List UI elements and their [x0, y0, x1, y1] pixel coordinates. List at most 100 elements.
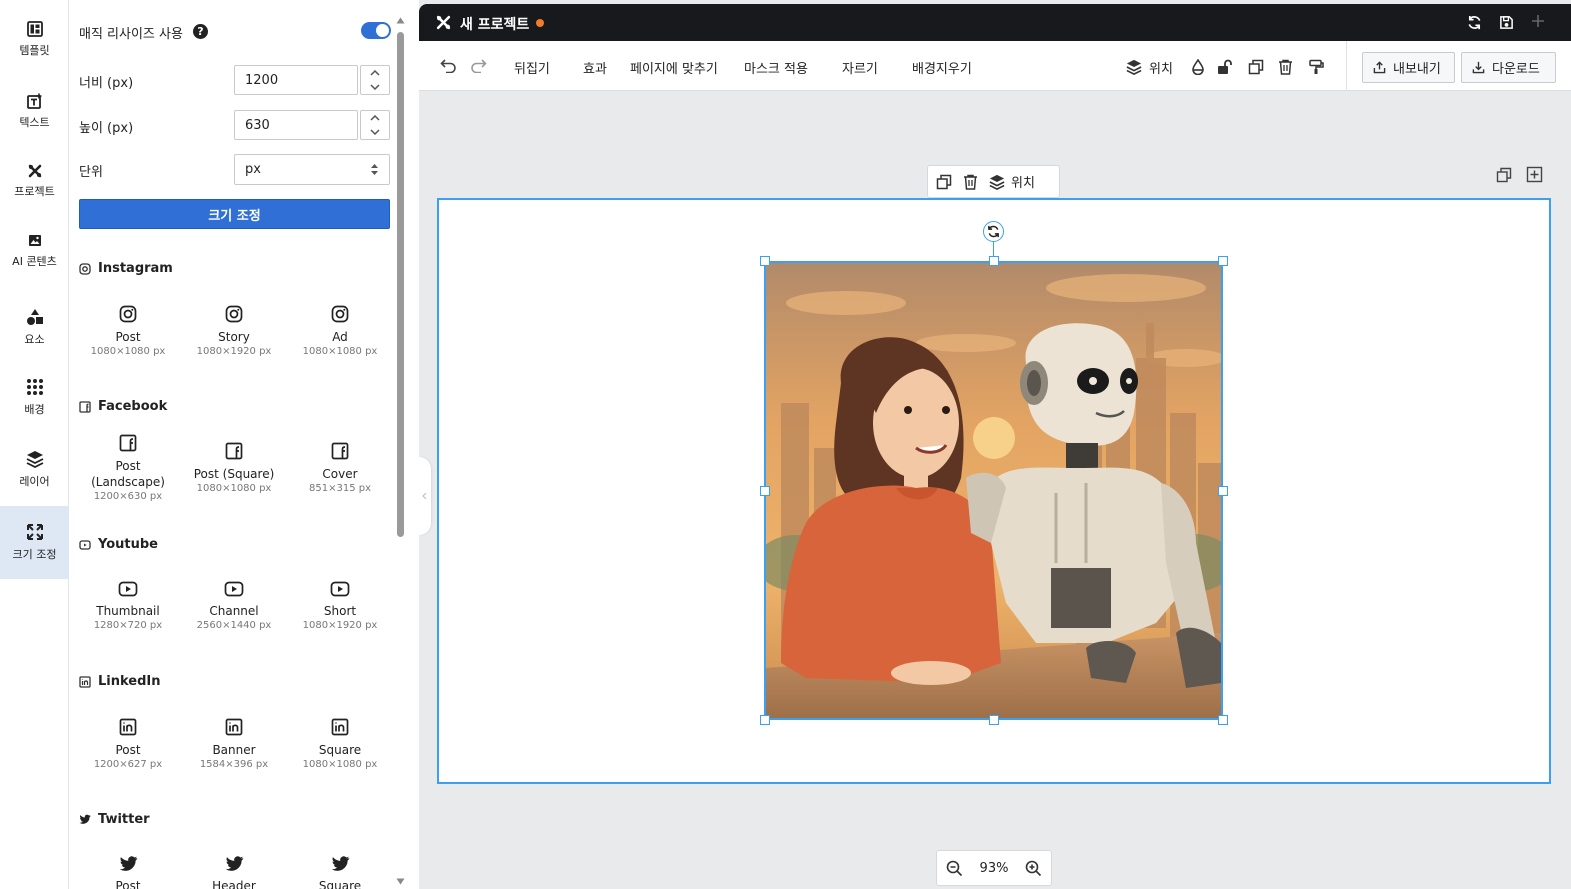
width-input[interactable] [234, 65, 358, 95]
help-icon[interactable]: ? [193, 24, 208, 39]
preset-name: Post (Landscape) [91, 459, 165, 489]
opacity-icon[interactable] [1191, 59, 1205, 75]
zoom-control: 93% [936, 850, 1052, 886]
resize-handle-se[interactable] [1218, 715, 1228, 725]
layers-icon [989, 174, 1005, 190]
add-page-icon[interactable] [1526, 166, 1543, 183]
save-icon[interactable] [1499, 15, 1514, 30]
fit-to-page-button[interactable]: 페이지에 맞추기 [630, 58, 718, 77]
rail-item-ai-content[interactable]: AI 콘텐츠 [0, 216, 69, 286]
preset-size: 1200×630 px [93, 491, 163, 502]
left-rail: 템플릿 텍스트 프로젝트 AI 콘텐츠 요소 배경 레이어 크기 조정 [0, 0, 69, 889]
duplicate-icon[interactable] [936, 174, 952, 190]
layers-icon[interactable] [1126, 59, 1142, 75]
height-input[interactable] [234, 110, 358, 140]
position-button[interactable]: 위치 [1149, 58, 1173, 77]
format-paint-icon[interactable] [1308, 59, 1324, 75]
unit-select[interactable]: px [234, 154, 390, 185]
remove-background-button[interactable]: 배경지우기 [912, 58, 972, 77]
chevron-up-icon[interactable] [361, 66, 389, 80]
trash-icon[interactable] [1278, 59, 1293, 75]
panel-scrollbar[interactable] [397, 32, 404, 537]
project-title[interactable]: 새 프로젝트 [460, 14, 529, 34]
redo-icon[interactable] [470, 58, 487, 73]
unlock-icon[interactable] [1217, 59, 1232, 75]
position-menu[interactable]: 위치 [989, 172, 1035, 191]
duplicate-icon[interactable] [1248, 59, 1264, 75]
preset-linkedin-post[interactable]: Post 1200×627 px [75, 718, 181, 771]
sort-arrows-icon [370, 163, 379, 176]
preset-name: Square [318, 879, 362, 889]
rail-item-text[interactable]: 텍스트 [0, 76, 69, 146]
title-bar: 새 프로젝트 [419, 4, 1571, 41]
crop-button[interactable]: 자르기 [842, 58, 878, 77]
section-twitter: Twitter [79, 812, 150, 827]
resize-handle-nw[interactable] [760, 256, 770, 266]
preset-instagram-ad[interactable]: Ad 1080×1080 px [287, 305, 393, 358]
resize-handle-s[interactable] [989, 715, 999, 725]
export-button[interactable]: 내보내기 [1362, 52, 1455, 83]
zoom-in-icon[interactable] [1025, 860, 1042, 877]
chevron-up-icon[interactable] [361, 111, 389, 125]
rail-item-resize[interactable]: 크기 조정 [0, 506, 69, 579]
flip-button[interactable]: 뒤집기 [514, 58, 550, 77]
effects-button[interactable]: 효과 [583, 58, 607, 77]
preset-twitter-header[interactable]: Header [181, 856, 287, 889]
preset-size: 1080×1080 px [302, 346, 378, 357]
resize-handle-ne[interactable] [1218, 256, 1228, 266]
preset-linkedin-square[interactable]: Square 1080×1080 px [287, 718, 393, 771]
undo-icon[interactable] [440, 58, 457, 73]
width-stepper[interactable] [360, 65, 390, 95]
rail-item-elements[interactable]: 요소 [0, 292, 69, 362]
zoom-out-icon[interactable] [946, 860, 963, 877]
duplicate-page-icon[interactable] [1496, 167, 1512, 183]
chevron-down-icon[interactable] [361, 80, 389, 94]
rotate-handle-icon[interactable] [983, 221, 1004, 242]
download-label: 다운로드 [1492, 62, 1540, 77]
preset-facebook-post-square[interactable]: Post (Square) 1080×1080 px [181, 442, 287, 495]
resize-handle-n[interactable] [989, 256, 999, 266]
preset-size: 2560×1440 px [196, 620, 272, 631]
preset-linkedin-banner[interactable]: Banner 1584×396 px [181, 718, 287, 771]
preset-facebook-cover[interactable]: Cover 851×315 px [287, 442, 393, 495]
download-button[interactable]: 다운로드 [1461, 52, 1556, 83]
section-linkedin: LinkedIn [79, 674, 161, 689]
preset-size: 1080×1080 px [302, 759, 378, 770]
panel-collapse-handle[interactable] [419, 457, 431, 535]
apply-mask-button[interactable]: 마스크 적용 [744, 58, 808, 77]
resize-handle-e[interactable] [1218, 486, 1228, 496]
rail-item-layers[interactable]: 레이어 [0, 434, 69, 504]
preset-name: Square [318, 743, 362, 757]
trash-icon[interactable] [963, 174, 978, 190]
rail-item-templates[interactable]: 템플릿 [0, 4, 69, 74]
rail-item-background[interactable]: 배경 [0, 362, 69, 432]
elements-icon [26, 308, 44, 326]
chevron-down-icon[interactable] [361, 125, 389, 139]
preset-youtube-short[interactable]: Short 1080×1920 px [287, 581, 393, 632]
preset-size: 1080×1920 px [302, 620, 378, 631]
rail-item-projects[interactable]: 프로젝트 [0, 146, 69, 216]
illustration-woman-robot [766, 263, 1221, 718]
resize-button[interactable]: 크기 조정 [79, 199, 390, 229]
preset-instagram-post[interactable]: Post 1080×1080 px [75, 305, 181, 358]
magic-resize-toggle[interactable] [361, 22, 391, 39]
preset-twitter-square[interactable]: Square [287, 856, 393, 889]
selected-image[interactable] [764, 261, 1223, 720]
preset-name: Post (Square) [193, 467, 275, 481]
preset-youtube-channel[interactable]: Channel 2560×1440 px [181, 581, 287, 632]
add-tab-icon[interactable] [1531, 14, 1545, 28]
preset-twitter-post[interactable]: Post [75, 856, 181, 889]
preset-youtube-thumbnail[interactable]: Thumbnail 1280×720 px [75, 581, 181, 632]
sync-icon[interactable] [1467, 15, 1482, 30]
preset-facebook-post-landscape[interactable]: Post (Landscape) 1200×630 px [75, 434, 181, 503]
resize-handle-w[interactable] [760, 486, 770, 496]
resize-panel: 매직 리사이즈 사용 ? 너비 (px) 높이 (px) 단위 px 크기 조정… [69, 0, 409, 889]
scroll-up-icon[interactable] [396, 17, 405, 24]
preset-instagram-story[interactable]: Story 1080×1920 px [181, 305, 287, 358]
scroll-down-icon[interactable] [396, 878, 405, 885]
section-youtube: Youtube [79, 537, 158, 552]
resize-handle-sw[interactable] [760, 715, 770, 725]
unsaved-indicator [536, 19, 544, 27]
rail-label: 텍스트 [19, 115, 50, 129]
height-stepper[interactable] [360, 110, 390, 140]
